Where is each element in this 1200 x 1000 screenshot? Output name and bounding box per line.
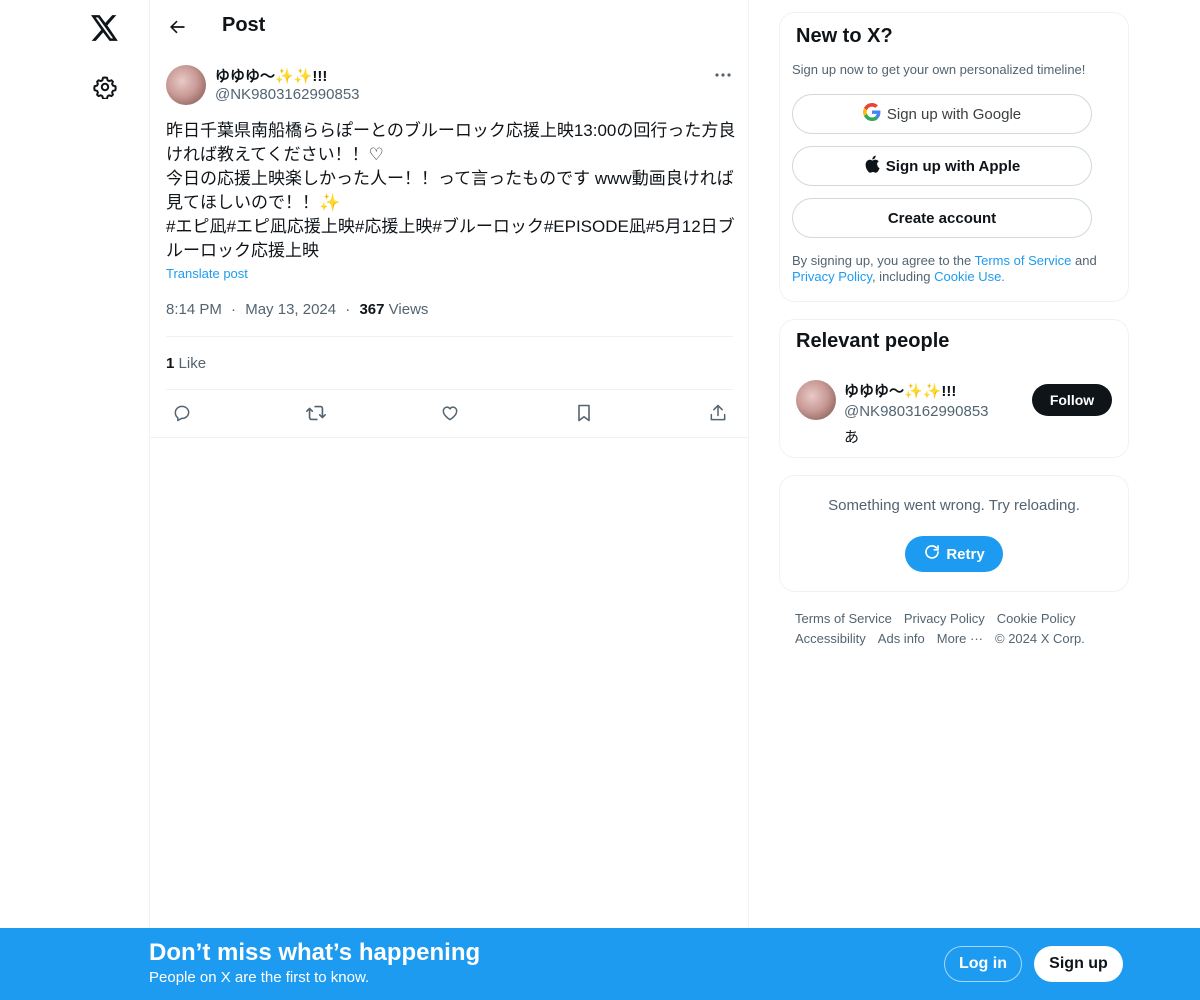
- relevant-people-card: Relevant people ゆゆゆ～✨✨!!! @NK98031629908…: [779, 319, 1129, 458]
- retry-label: Retry: [946, 545, 985, 563]
- terms-link[interactable]: Terms of Service: [975, 253, 1072, 268]
- follow-button[interactable]: Follow: [1032, 384, 1112, 416]
- person-bio: あ: [844, 429, 860, 446]
- post-text: 昨日千葉県南船橋ららぽーとのブルーロック応援上映13:00の回行った方良ければ教…: [166, 121, 736, 260]
- meta-separator: ·: [231, 301, 237, 318]
- create-account-button[interactable]: Create account: [792, 198, 1092, 238]
- likes-label: Like: [178, 355, 207, 372]
- banner-title: Don’t miss what’s happening: [149, 939, 481, 966]
- person-name[interactable]: ゆゆゆ～✨✨!!!: [844, 380, 956, 401]
- bookmark-icon[interactable]: [571, 400, 597, 426]
- banner-subtitle: People on X are the first to know.: [149, 969, 370, 986]
- card-title: New to X?: [796, 25, 893, 47]
- main-column: Post ゆゆゆ～✨✨!!! @NK9803162990853 昨日千葉県南船橋…: [149, 0, 749, 1000]
- log-in-button[interactable]: Log in: [944, 946, 1022, 982]
- action-bar: [150, 400, 749, 426]
- views-count: 367: [359, 301, 385, 318]
- sign-up-apple-label: Sign up with Apple: [885, 157, 1021, 175]
- more-horizontal-icon[interactable]: [710, 64, 736, 86]
- error-card: Something went wrong. Try reloading. Ret…: [779, 475, 1129, 592]
- legal-including: , including: [871, 269, 935, 284]
- sign-up-button[interactable]: Sign up: [1034, 946, 1123, 982]
- post-meta: 8:14 PM · May 13, 2024 · 367 Views: [166, 301, 428, 318]
- person-handle[interactable]: @NK9803162990853: [844, 403, 989, 420]
- share-icon[interactable]: [705, 400, 731, 426]
- author-handle[interactable]: @NK9803162990853: [215, 86, 360, 103]
- footer-more-link[interactable]: More ···: [937, 629, 983, 649]
- apple-icon: [864, 155, 880, 177]
- footer-ads-link[interactable]: Ads info: [878, 629, 925, 649]
- legal-and: and: [1071, 253, 1097, 268]
- post-date[interactable]: May 13, 2024: [245, 301, 336, 318]
- cookie-use-link[interactable]: Cookie Use.: [934, 269, 1005, 284]
- left-nav: [0, 0, 150, 1000]
- sign-up-apple-button[interactable]: Sign up with Apple: [792, 146, 1092, 186]
- likes-summary[interactable]: 1 Like: [166, 355, 206, 372]
- translate-post-link[interactable]: Translate post: [166, 266, 248, 281]
- sign-up-google-label: Sign up with Google: [886, 105, 1022, 123]
- refresh-icon: [923, 543, 941, 565]
- footer-accessibility-link[interactable]: Accessibility: [795, 629, 866, 649]
- new-to-x-card: New to X? Sign up now to get your own pe…: [779, 12, 1129, 302]
- google-icon: [862, 103, 881, 125]
- views-label: Views: [388, 301, 429, 318]
- footer-links: Terms of Service Privacy Policy Cookie Pol…: [795, 609, 1125, 649]
- footer-terms-link[interactable]: Terms of Service: [795, 609, 892, 629]
- error-message: Something went wrong. Try reloading.: [828, 497, 1080, 514]
- legal-text: By signing up, you agree to the Terms of…: [792, 253, 1122, 285]
- meta-separator: ·: [345, 301, 351, 318]
- footer-privacy-link[interactable]: Privacy Policy: [904, 609, 985, 629]
- signup-banner: Don’t miss what’s happening People on X …: [0, 928, 1200, 1000]
- avatar[interactable]: [796, 380, 836, 420]
- author-name[interactable]: ゆゆゆ～✨✨!!!: [215, 65, 327, 86]
- avatar[interactable]: [166, 65, 206, 105]
- privacy-link[interactable]: Privacy Policy: [792, 269, 872, 284]
- card-title: Relevant people: [796, 330, 950, 352]
- divider: [166, 389, 733, 390]
- footer-cookie-link[interactable]: Cookie Policy: [997, 609, 1076, 629]
- repost-icon[interactable]: [303, 400, 329, 426]
- x-logo-icon[interactable]: [87, 10, 123, 46]
- post-header: Post: [150, 0, 749, 54]
- footer-copyright: © 2024 X Corp.: [995, 631, 1085, 646]
- divider: [166, 336, 733, 337]
- like-icon[interactable]: [437, 400, 463, 426]
- legal-prefix: By signing up, you agree to the: [792, 253, 975, 268]
- sign-up-google-button[interactable]: Sign up with Google: [792, 94, 1092, 134]
- likes-count: 1: [166, 355, 175, 372]
- divider: [150, 437, 749, 438]
- gear-icon[interactable]: [89, 71, 121, 103]
- card-subtitle: Sign up now to get your own personalized…: [792, 62, 1086, 77]
- page-title: Post: [222, 14, 266, 36]
- arrow-left-icon[interactable]: [162, 12, 192, 42]
- post-time[interactable]: 8:14 PM: [166, 301, 222, 318]
- retry-button[interactable]: Retry: [905, 536, 1003, 572]
- reply-icon[interactable]: [169, 400, 195, 426]
